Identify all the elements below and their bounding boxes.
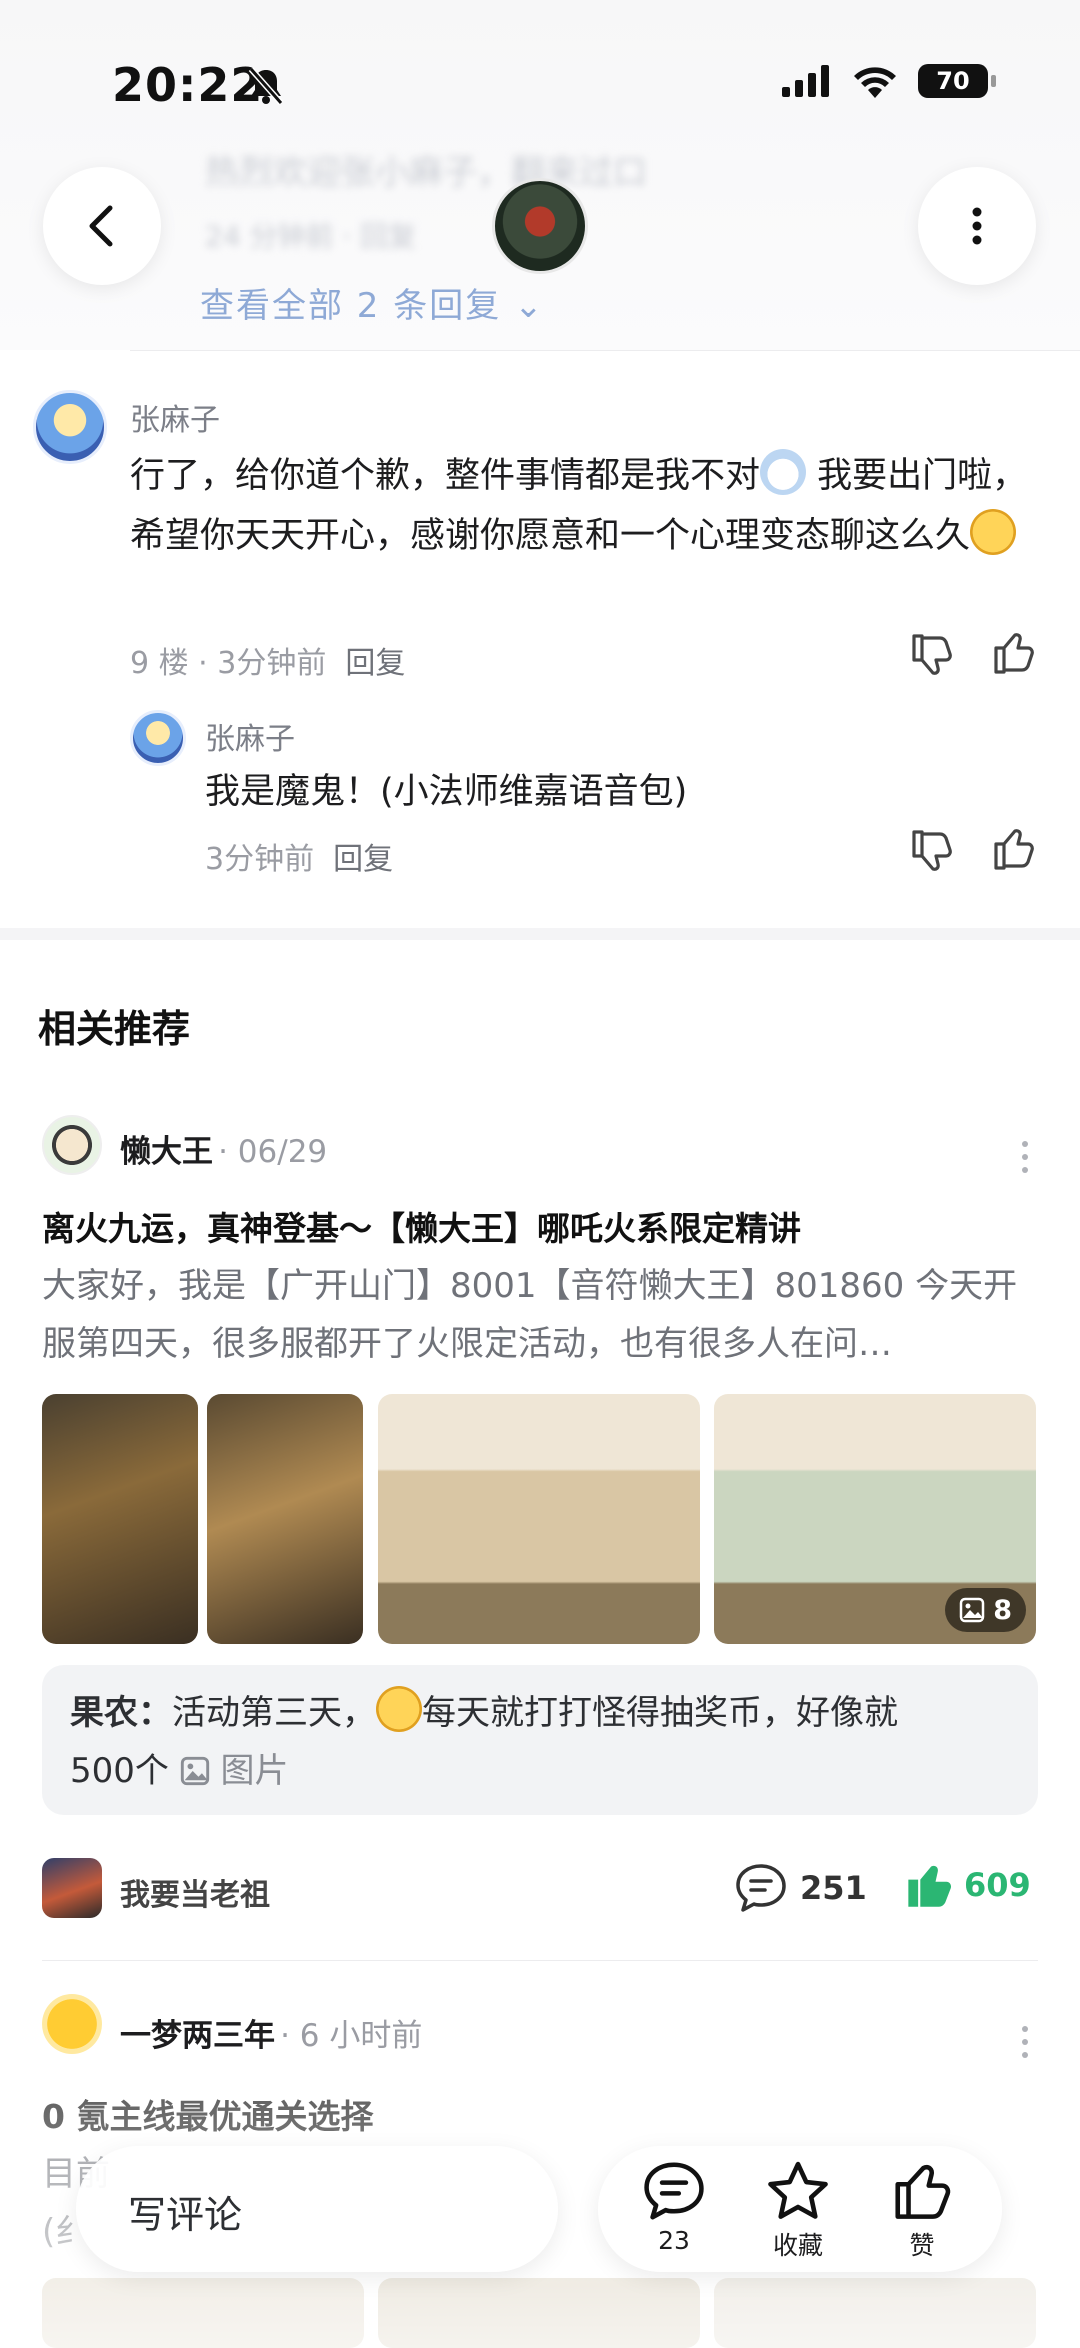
avatar[interactable]: [42, 1115, 102, 1175]
bell-muted-icon: [248, 66, 284, 110]
section-title: 相关推荐: [38, 1007, 191, 1051]
image-link[interactable]: 图片: [180, 1751, 289, 1791]
battery-indicator: 70: [918, 64, 996, 98]
top-comment-text: 果农：活动第三天， 每天就打打怪得抽奖币，好像就 500个 图片: [70, 1684, 1010, 1800]
avatar[interactable]: [33, 390, 107, 464]
like-button[interactable]: 赞: [874, 2160, 970, 2262]
circle-name[interactable]: 我要当老祖: [120, 1870, 270, 1914]
avatar[interactable]: [130, 710, 186, 766]
section-separator: [0, 928, 1080, 940]
reply-button[interactable]: 回复: [345, 646, 405, 681]
author-avatar[interactable]: [492, 178, 588, 274]
face-emoji-icon: [376, 1686, 422, 1732]
image-icon: [180, 1756, 209, 1786]
status-time: 20:22: [112, 58, 264, 112]
comment-count[interactable]: 251: [734, 1862, 867, 1914]
blurred-comment-meta: 24 分钟前 · 回复: [205, 220, 417, 253]
reply-author[interactable]: 张麻子: [205, 714, 295, 758]
like-count[interactable]: 609: [904, 1860, 1031, 1910]
post-title[interactable]: 离火九运，真神登基～【懒大王】哪吒火系限定精讲: [42, 1202, 801, 1250]
post-author-line: 懒大王 · 06/29: [120, 1126, 327, 1171]
chevron-down-icon: ⌄: [514, 286, 545, 326]
smirk-emoji-icon: [970, 509, 1017, 555]
thumbs-up-icon: [895, 2164, 951, 2219]
post-image[interactable]: [378, 1394, 700, 1644]
star-icon: [768, 2161, 828, 2219]
post-author-line: 一梦两三年 · 6 小时前: [120, 2010, 422, 2055]
reply-meta: 3分钟前 回复: [205, 842, 394, 877]
thumbs-up-filled-icon: [908, 1865, 952, 1907]
blurred-comment-text: 热烈欢迎张小麻子，翻来过口: [205, 153, 647, 193]
comment-bubble-icon: [736, 1864, 786, 1912]
comment-button[interactable]: 23: [626, 2160, 722, 2255]
like-icon[interactable]: [990, 826, 1036, 876]
favorite-button[interactable]: 收藏: [750, 2160, 846, 2262]
more-vertical-icon[interactable]: [1020, 1140, 1030, 1178]
post-date: · 06/29: [218, 1134, 328, 1170]
comment-text: 行了，给你道个歉，整件事情都是我不对 我要出门啦，希望你天天开心，感谢你愿意和一…: [130, 446, 1050, 566]
action-bar: 23 收藏 赞: [598, 2146, 1002, 2272]
seal-emoji-icon: [760, 449, 807, 495]
divider: [42, 1960, 1038, 1961]
circle-avatar[interactable]: [42, 1858, 102, 1918]
like-icon[interactable]: [990, 630, 1036, 680]
back-button[interactable]: [43, 167, 161, 285]
reply-button[interactable]: 回复: [333, 842, 393, 877]
comment-bubble-icon: [644, 2162, 704, 2220]
more-options-button[interactable]: [918, 167, 1036, 285]
more-vertical-icon: [972, 207, 982, 245]
post-author[interactable]: 懒大王: [120, 1134, 213, 1170]
comment-input[interactable]: 写评论: [76, 2146, 558, 2272]
more-vertical-icon[interactable]: [1020, 2025, 1030, 2063]
post-image[interactable]: [207, 1394, 363, 1644]
comment-meta: 9 楼 · 3分钟前 回复: [130, 646, 406, 681]
post-image[interactable]: [42, 1394, 198, 1644]
dislike-icon[interactable]: [908, 632, 954, 682]
signal-icon: [782, 65, 829, 97]
comment-author[interactable]: 张麻子: [130, 395, 220, 439]
status-indicators: 70: [782, 64, 996, 98]
chevron-left-icon: [89, 205, 113, 247]
post-author[interactable]: 一梦两三年: [120, 2018, 275, 2054]
dislike-icon[interactable]: [908, 828, 954, 878]
image-count-badge: 8: [945, 1588, 1026, 1632]
reply-text: 我是魔鬼！(小法师维嘉语音包): [205, 772, 688, 812]
post-image[interactable]: 8: [714, 1394, 1036, 1644]
divider: [130, 350, 1080, 351]
wifi-icon: [854, 67, 896, 98]
gallery-icon: [959, 1597, 985, 1623]
post-date: · 6 小时前: [280, 2018, 423, 2054]
avatar[interactable]: [42, 1994, 102, 2054]
post-excerpt[interactable]: 大家好，我是【广开山门】8001【音符懒大王】801860 今天开服第四天，很多…: [42, 1257, 1042, 1373]
view-all-replies-link[interactable]: 查看全部 2 条回复 ⌄: [200, 278, 545, 327]
